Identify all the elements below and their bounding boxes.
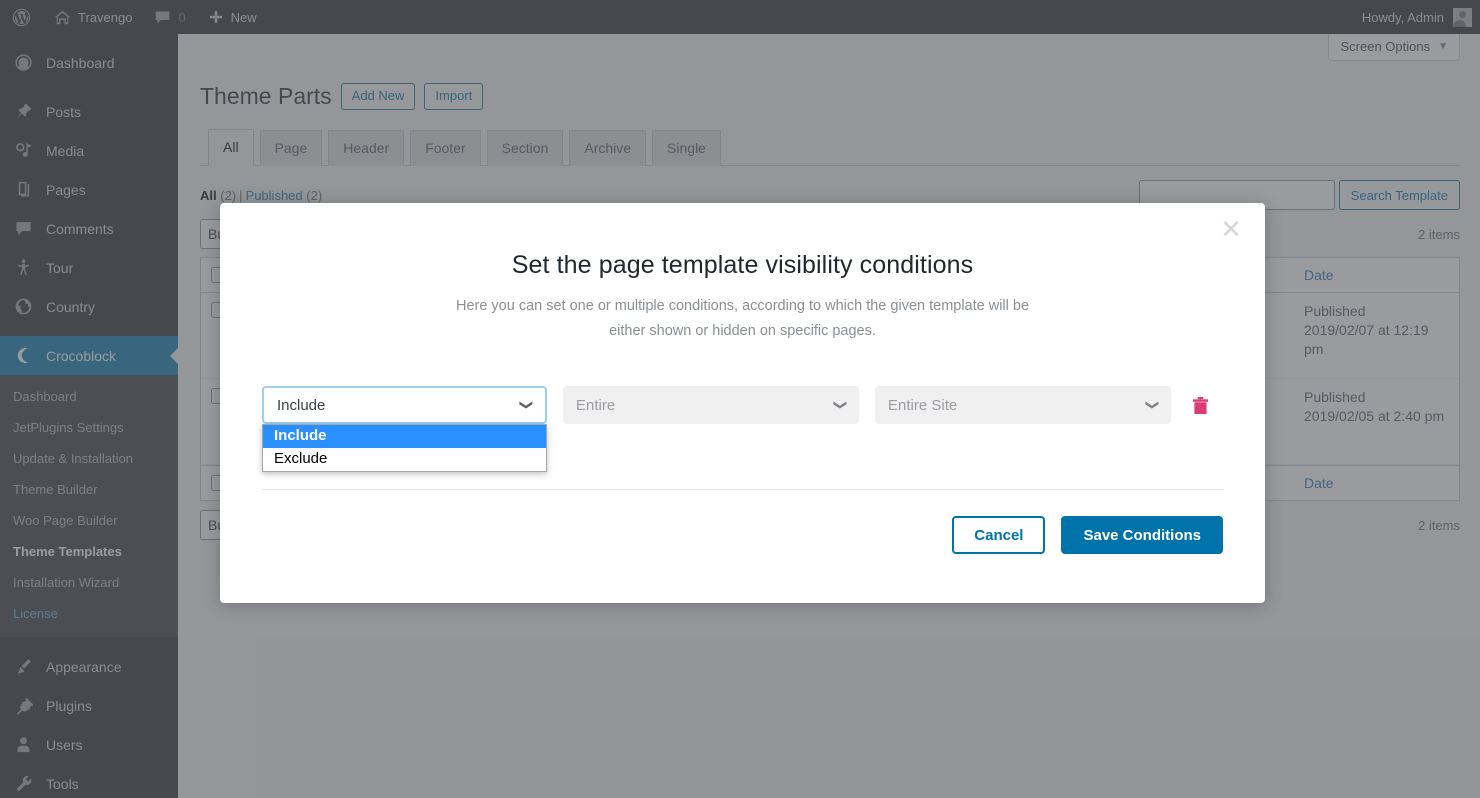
dropdown-option-exclude[interactable]: Exclude xyxy=(263,448,546,471)
condition-type-value: Include xyxy=(277,396,326,414)
condition-group-select[interactable]: Entire ❯ xyxy=(563,386,859,424)
chevron-down-icon: ❯ xyxy=(519,399,535,411)
delete-condition-button[interactable] xyxy=(1187,388,1213,422)
visibility-conditions-modal: ✕ Set the page template visibility condi… xyxy=(220,203,1265,603)
condition-target-value: Entire Site xyxy=(888,396,958,414)
close-icon[interactable]: ✕ xyxy=(1217,215,1245,243)
chevron-down-icon: ❯ xyxy=(833,399,849,411)
chevron-down-icon: ❯ xyxy=(1145,399,1161,411)
modal-description: Here you can set one or multiple conditi… xyxy=(455,298,1030,339)
condition-row: Include ❯ Entire ❯ Entire Site ❯ Include… xyxy=(220,344,1265,472)
trash-icon xyxy=(1192,396,1208,414)
condition-type-dropdown[interactable]: Include Exclude xyxy=(262,424,547,472)
condition-type-select[interactable]: Include ❯ xyxy=(262,386,547,424)
cancel-button[interactable]: Cancel xyxy=(952,516,1046,554)
condition-group-value: Entire xyxy=(576,396,616,414)
condition-target-select[interactable]: Entire Site ❯ xyxy=(875,386,1171,424)
dropdown-option-include[interactable]: Include xyxy=(263,425,546,448)
modal-actions: Cancel Save Conditions xyxy=(220,490,1265,554)
save-conditions-button[interactable]: Save Conditions xyxy=(1061,516,1223,554)
modal-title: Set the page template visibility conditi… xyxy=(511,251,974,279)
